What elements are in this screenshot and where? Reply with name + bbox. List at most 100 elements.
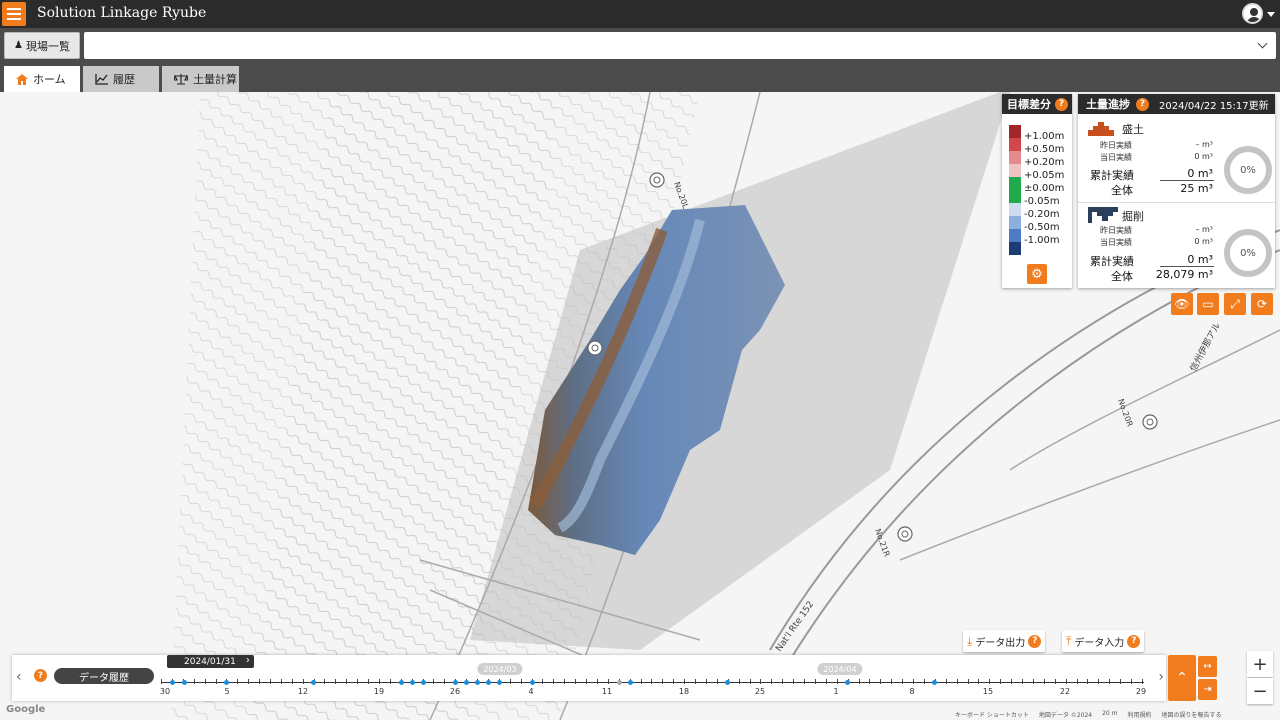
timeline-tick xyxy=(717,679,718,684)
ruler-icon[interactable]: ▭ xyxy=(1197,293,1219,315)
fill-title: 盛土 xyxy=(1122,123,1144,136)
chevron-right-icon[interactable]: › xyxy=(246,655,250,666)
chevron-up-icon[interactable]: ⌃ xyxy=(1168,655,1196,701)
timeline-point[interactable] xyxy=(475,680,480,685)
terms-link[interactable]: 利用規約 xyxy=(1128,710,1152,719)
timeline-point[interactable] xyxy=(932,680,937,685)
legend-label: -0.20m xyxy=(1024,209,1060,220)
survey-marker-icon[interactable] xyxy=(649,172,665,188)
legend-label: +1.00m xyxy=(1024,131,1065,142)
reset-icon[interactable]: ⟳ xyxy=(1251,293,1273,315)
survey-marker-icon[interactable] xyxy=(897,526,913,542)
current-date-label[interactable]: 2024/01/31 › xyxy=(167,655,254,668)
timeline-axis xyxy=(161,682,1144,683)
survey-marker-icon[interactable] xyxy=(1142,414,1158,430)
zoom-out-button[interactable]: − xyxy=(1247,678,1273,704)
tab-earthwork[interactable]: 土量計算 xyxy=(162,66,239,92)
tab-history[interactable]: 履歴 xyxy=(83,66,159,92)
timeline-point[interactable] xyxy=(628,680,633,685)
timeline-point[interactable] xyxy=(311,680,316,685)
upload-icon: ⤒ xyxy=(1066,633,1072,648)
help-icon[interactable]: ? xyxy=(34,669,47,682)
timeline-point[interactable] xyxy=(530,680,535,685)
timeline-tick xyxy=(1055,679,1056,684)
legend-color-swatch xyxy=(1009,242,1021,255)
chevron-right-icon[interactable]: › xyxy=(1158,669,1164,685)
progress-updated: 2024/04/22 15:17更新 xyxy=(1159,100,1269,112)
user-avatar-icon[interactable] xyxy=(1242,3,1263,24)
progress-title: 土量進捗 xyxy=(1086,98,1130,111)
timeline-tick xyxy=(673,679,674,684)
expand-horizontal-icon[interactable]: ↔ xyxy=(1198,656,1217,677)
timeline-tick xyxy=(793,679,794,684)
zoom-in-button[interactable]: + xyxy=(1247,651,1273,677)
timeline-tick xyxy=(368,679,369,684)
timeline-point[interactable] xyxy=(486,680,491,685)
timeline-point[interactable] xyxy=(170,680,175,685)
scale-label[interactable]: 20 m xyxy=(1102,710,1117,719)
timeline-tick xyxy=(248,679,249,684)
timeline-point[interactable] xyxy=(453,680,458,685)
eye-icon[interactable]: 👁 xyxy=(1171,293,1193,315)
timeline-tick xyxy=(390,679,391,684)
gear-icon[interactable]: ⚙ xyxy=(1027,264,1047,284)
map-attribution: キーボード ショートカット 地図データ ©2024 20 m 利用規約 地図の誤… xyxy=(955,710,1222,719)
timeline-tick xyxy=(1098,679,1099,684)
timeline-tick xyxy=(1000,679,1001,684)
data-export-button[interactable]: ⤓ データ出力 ? xyxy=(963,630,1046,652)
timeline-tick xyxy=(270,679,271,684)
timeline-point[interactable] xyxy=(845,680,850,685)
help-icon[interactable]: ? xyxy=(1028,634,1042,648)
timeline-tick xyxy=(750,679,751,684)
site-list-button[interactable]: ♟ 現場一覧 xyxy=(4,32,80,59)
timeline-point[interactable] xyxy=(182,680,187,685)
download-icon: ⤓ xyxy=(967,633,973,648)
timeline-tick-label: 11 xyxy=(601,687,613,696)
month-label: 2024/04 xyxy=(817,663,863,675)
timeline-tick xyxy=(433,679,434,684)
timeline-point[interactable] xyxy=(410,680,415,685)
data-import-button[interactable]: ⤒ データ入力 ? xyxy=(1062,630,1145,652)
map-data-credit: 地図データ ©2024 xyxy=(1038,712,1093,719)
user-menu-caret-icon[interactable] xyxy=(1267,12,1275,17)
timeline-tick-label: 29 xyxy=(1135,687,1147,696)
tab-home[interactable]: ホーム xyxy=(4,66,80,92)
data-history-button[interactable]: データ履歴 xyxy=(54,668,154,684)
legend-label: -0.50m xyxy=(1024,222,1060,233)
timeline-point[interactable] xyxy=(497,680,502,685)
timeline-tick xyxy=(575,679,576,684)
google-logo: Google xyxy=(6,704,46,715)
legend-label: +0.20m xyxy=(1024,157,1065,168)
timeline-tick xyxy=(542,679,543,684)
timeline-point[interactable] xyxy=(399,680,404,685)
timeline-point[interactable] xyxy=(421,680,426,685)
legend-color-swatch xyxy=(1009,177,1021,190)
cut-today-value: 0 m³ xyxy=(1194,237,1213,246)
help-icon[interactable]: ? xyxy=(1136,97,1149,111)
timeline-point[interactable] xyxy=(725,680,730,685)
fullscreen-icon[interactable]: ⤢ xyxy=(1224,293,1246,315)
chevron-down-icon xyxy=(1257,38,1268,49)
help-icon[interactable]: ? xyxy=(1127,634,1141,648)
timeline-tick xyxy=(804,679,805,684)
chevron-left-icon[interactable]: ‹ xyxy=(16,669,22,685)
site-select[interactable] xyxy=(84,32,1276,59)
report-error-link[interactable]: 地図の誤りを報告する xyxy=(1162,710,1222,719)
menu-icon[interactable] xyxy=(2,2,26,26)
tab-history-label: 履歴 xyxy=(113,73,135,86)
timeline-tick xyxy=(924,679,925,684)
keyboard-shortcuts-link[interactable]: キーボード ショートカット xyxy=(955,710,1029,719)
collapse-horizontal-icon[interactable]: ⇥ xyxy=(1198,679,1217,700)
cut-cumulative-label: 累計実績 xyxy=(1090,255,1134,268)
timeline-point[interactable] xyxy=(224,680,229,685)
timeline-tick xyxy=(771,679,772,684)
timeline-tick xyxy=(859,679,860,684)
timeline-tick xyxy=(782,679,783,684)
survey-marker-icon[interactable] xyxy=(587,340,603,356)
person-icon: ♟ xyxy=(14,40,23,51)
timeline-point[interactable] xyxy=(464,680,469,685)
fill-cumulative-value: 0 m³ xyxy=(1187,167,1213,180)
timeline-tick xyxy=(913,679,914,684)
timeline-point[interactable] xyxy=(617,680,622,685)
help-icon[interactable]: ? xyxy=(1055,97,1068,111)
